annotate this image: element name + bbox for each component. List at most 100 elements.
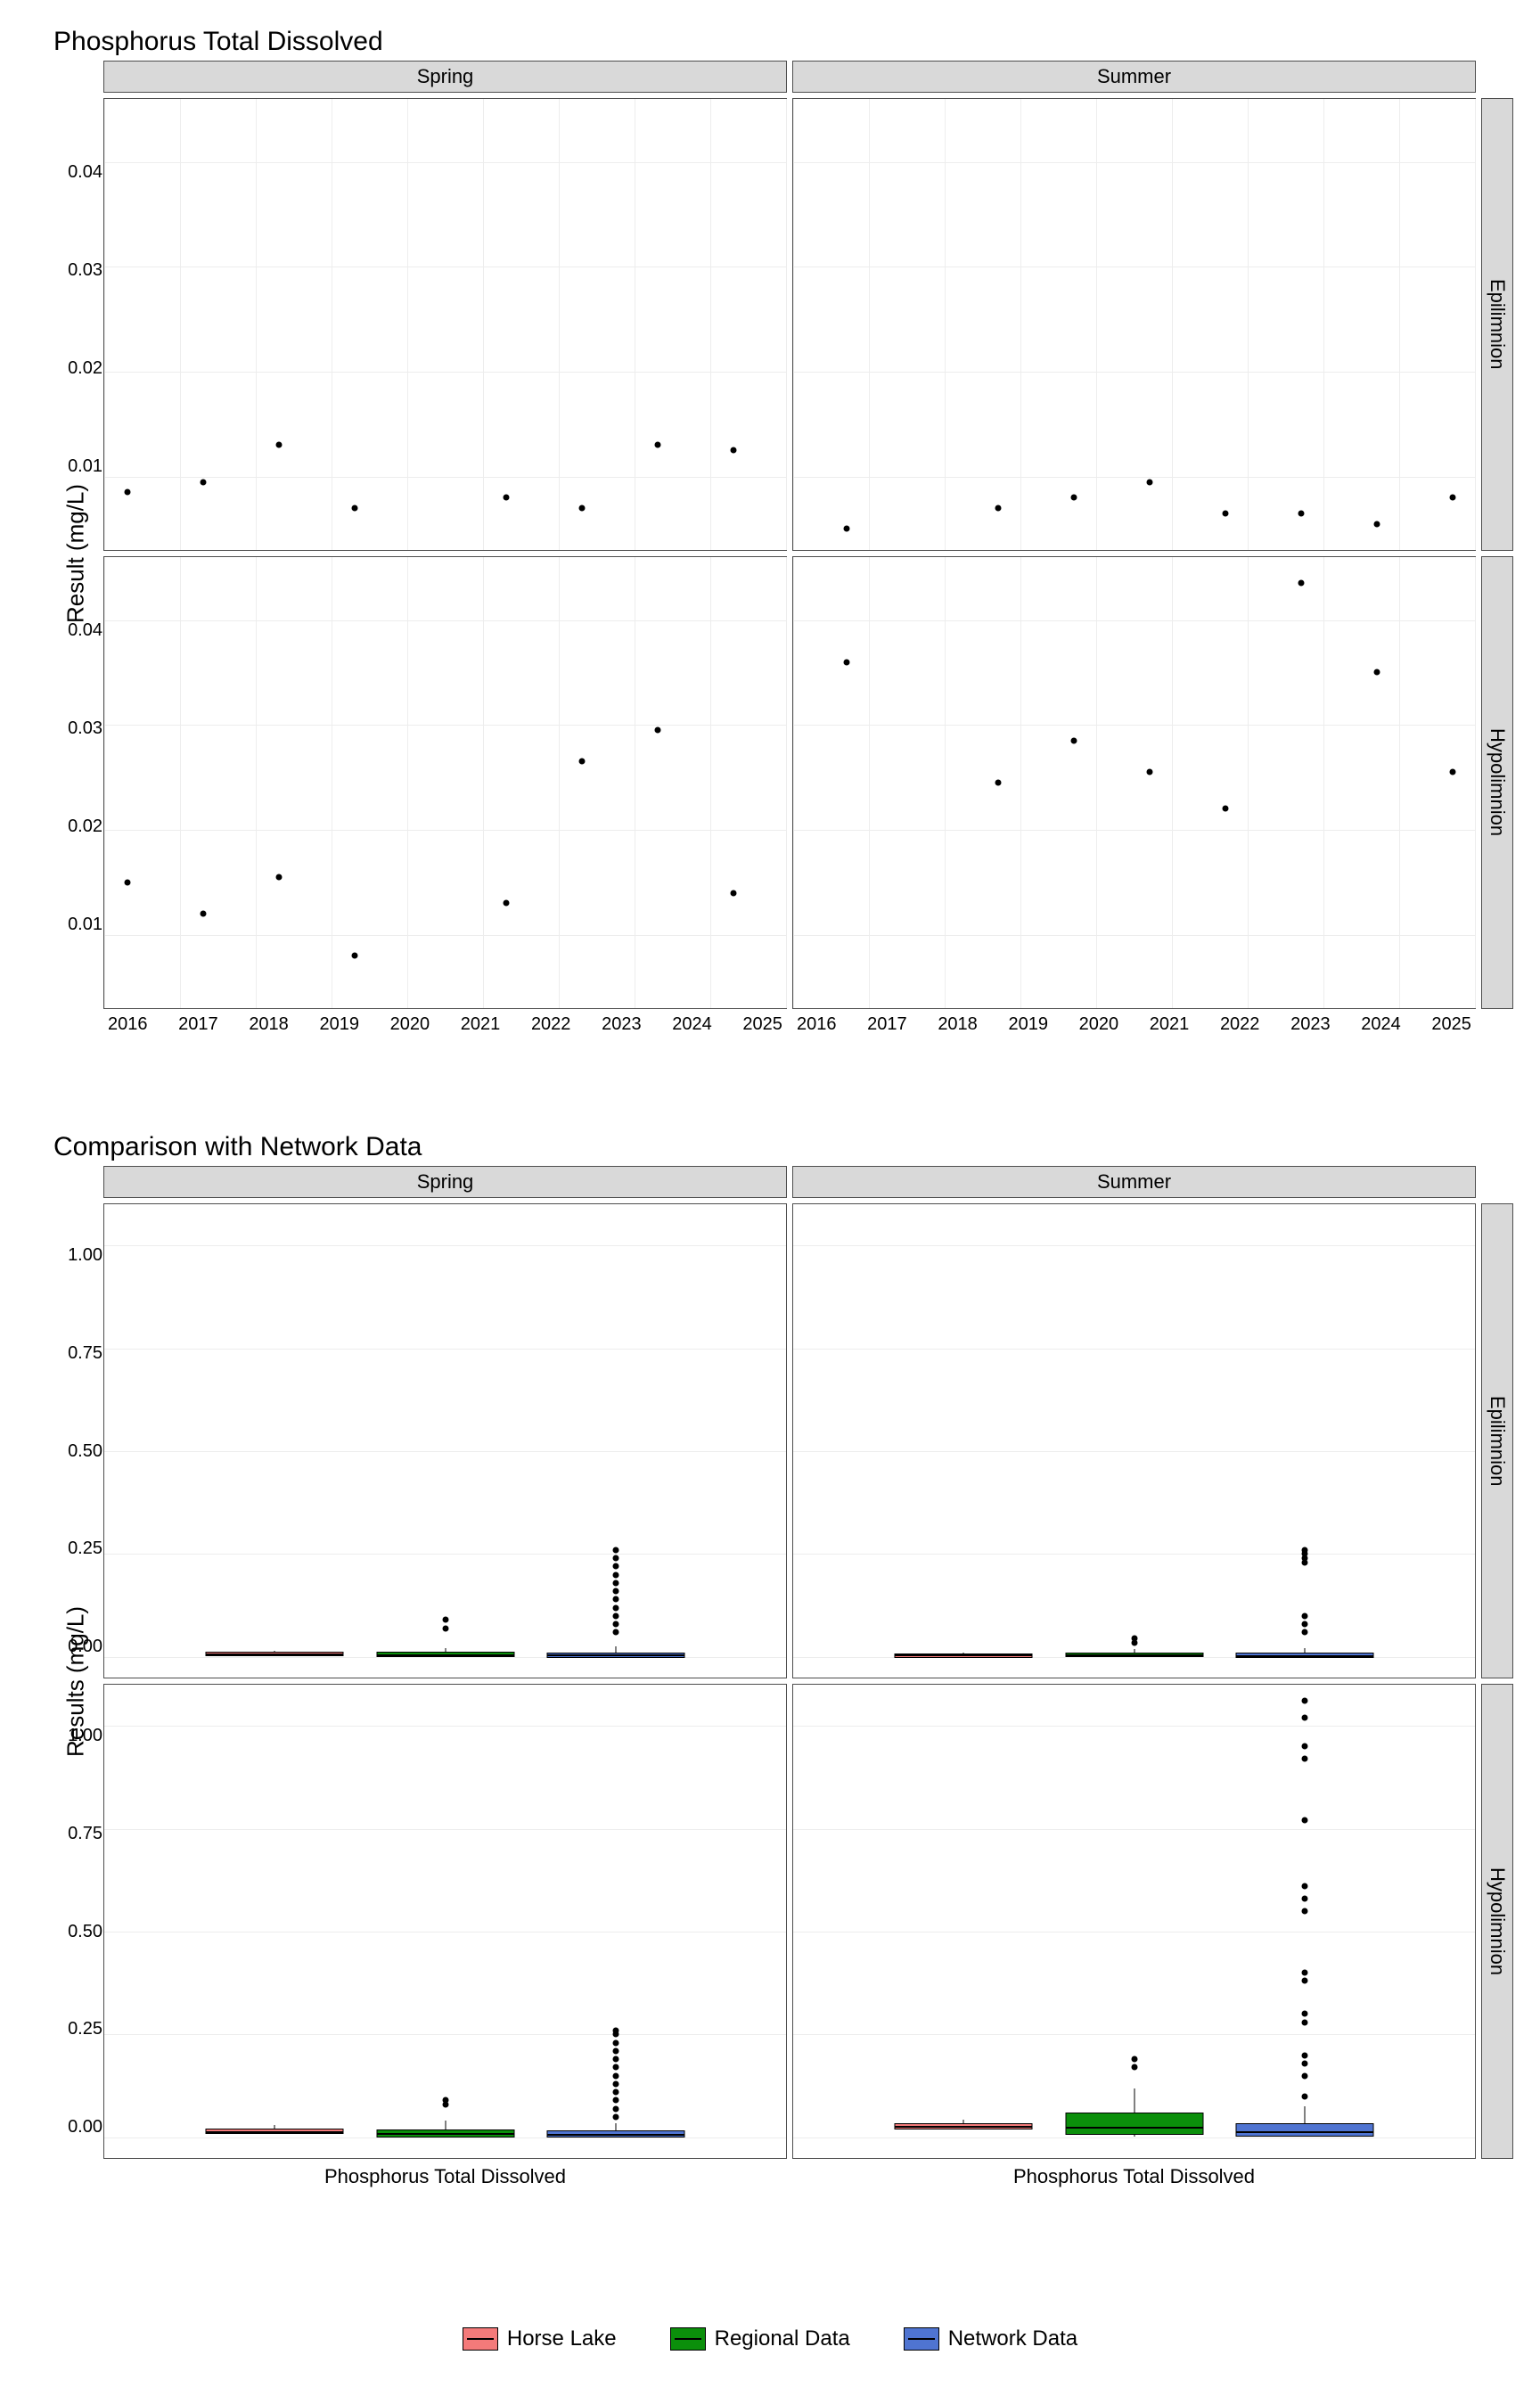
- data-point: [124, 489, 130, 496]
- x-tick: 2017: [867, 1014, 907, 1035]
- outlier: [1301, 1612, 1307, 1619]
- outlier: [1301, 1896, 1307, 1902]
- outlier: [612, 1547, 618, 1553]
- outlier: [612, 2080, 618, 2087]
- data-point: [351, 953, 357, 959]
- outlier: [1301, 1744, 1307, 1750]
- outlier: [612, 2056, 618, 2063]
- outlier: [612, 1563, 618, 1570]
- outlier: [1131, 1636, 1137, 1642]
- outlier: [1301, 2093, 1307, 2099]
- x-tick: 2024: [672, 1014, 712, 1035]
- y-tick: 0.04: [68, 620, 102, 641]
- y-tick: 0.25: [68, 2019, 102, 2039]
- outlier: [442, 1625, 448, 1631]
- x-tick: 2016: [797, 1014, 837, 1035]
- outlier: [612, 2072, 618, 2079]
- legend: Horse Lake Regional Data Network Data: [0, 2326, 1540, 2351]
- panel2-summer-hypo: Phosphorus Total Dissolved: [792, 1684, 1476, 2159]
- legend-item-horse: Horse Lake: [463, 2326, 617, 2351]
- x-tick: 2020: [390, 1014, 430, 1035]
- y-tick: 0.50: [68, 1441, 102, 1462]
- outlier: [612, 1588, 618, 1595]
- data-point: [1146, 769, 1152, 775]
- facet2-row-hypo: Hypolimnion: [1481, 1684, 1513, 2159]
- outlier: [612, 1596, 618, 1603]
- outlier: [1301, 2052, 1307, 2058]
- x-category-label: Phosphorus Total Dissolved: [793, 2165, 1475, 2188]
- x-tick: 2022: [531, 1014, 571, 1035]
- panel2-summer-epi: [792, 1203, 1476, 1678]
- chart-title: Phosphorus Total Dissolved: [53, 27, 1513, 57]
- data-point: [275, 874, 282, 880]
- outlier: [612, 1571, 618, 1578]
- data-point: [1298, 580, 1304, 587]
- panel-spring-hypo: 0.040.030.020.01201620172018201920202021…: [103, 556, 787, 1009]
- outlier: [612, 2105, 618, 2112]
- data-point: [730, 890, 736, 896]
- outlier: [442, 1617, 448, 1623]
- data-point: [843, 659, 849, 665]
- outlier: [612, 1621, 618, 1627]
- outlier: [612, 2113, 618, 2120]
- chart-title-2: Comparison with Network Data: [53, 1132, 1513, 1162]
- data-point: [200, 911, 206, 917]
- outlier: [1301, 2072, 1307, 2079]
- data-point: [503, 495, 509, 501]
- y-tick: 0.00: [68, 2117, 102, 2138]
- outlier: [1301, 1698, 1307, 1704]
- y-tick: 0.25: [68, 1539, 102, 1559]
- outlier: [612, 2089, 618, 2096]
- outlier: [1301, 1714, 1307, 1720]
- y-tick: 0.02: [68, 816, 102, 837]
- outlier: [1301, 1970, 1307, 1976]
- data-point: [275, 442, 282, 448]
- y-tick: 0.03: [68, 260, 102, 281]
- y-tick: 0.04: [68, 162, 102, 183]
- data-point: [1449, 769, 1455, 775]
- outlier: [612, 2027, 618, 2033]
- legend-item-network: Network Data: [904, 2326, 1077, 2351]
- outlier: [1301, 1818, 1307, 1824]
- facet-row-epi: Epilimnion: [1481, 98, 1513, 551]
- x-tick: 2021: [1150, 1014, 1190, 1035]
- y-tick: 0.75: [68, 1343, 102, 1364]
- scatter-chart: Phosphorus Total Dissolved Result (mg/L)…: [53, 27, 1513, 1061]
- data-point: [1146, 479, 1152, 485]
- data-point: [730, 447, 736, 454]
- outlier: [1301, 1978, 1307, 1984]
- outlier: [1131, 2064, 1137, 2071]
- box-blue: [1235, 2123, 1373, 2137]
- outlier: [612, 2064, 618, 2071]
- data-point: [1222, 806, 1228, 812]
- facet2-row-epi: Epilimnion: [1481, 1203, 1513, 1678]
- outlier: [612, 2039, 618, 2046]
- y-tick: 0.03: [68, 718, 102, 739]
- outlier: [612, 1580, 618, 1586]
- data-point: [578, 505, 585, 511]
- box-green: [1065, 2113, 1203, 2135]
- legend-label: Regional Data: [715, 2326, 850, 2351]
- panel-summer-epi: [792, 98, 1476, 551]
- y-tick: 1.00: [68, 1245, 102, 1266]
- panel-spring-epi: 0.040.030.020.01: [103, 98, 787, 551]
- x-tick: 2019: [319, 1014, 359, 1035]
- data-point: [200, 479, 206, 485]
- x-tick: 2023: [602, 1014, 642, 1035]
- legend-swatch-red: [463, 2327, 498, 2351]
- data-point: [654, 727, 660, 734]
- x-tick: 2018: [938, 1014, 978, 1035]
- data-point: [1298, 510, 1304, 516]
- facet-col-summer: Summer: [792, 61, 1476, 93]
- facet-row-hypo: Hypolimnion: [1481, 556, 1513, 1009]
- data-point: [843, 526, 849, 532]
- legend-label: Network Data: [948, 2326, 1077, 2351]
- outlier: [442, 2097, 448, 2104]
- data-point: [1070, 495, 1077, 501]
- data-point: [124, 879, 130, 885]
- y-tick: 0.01: [68, 915, 102, 935]
- data-point: [1222, 510, 1228, 516]
- outlier: [1301, 1629, 1307, 1636]
- outlier: [612, 1612, 618, 1619]
- outlier: [1301, 1883, 1307, 1890]
